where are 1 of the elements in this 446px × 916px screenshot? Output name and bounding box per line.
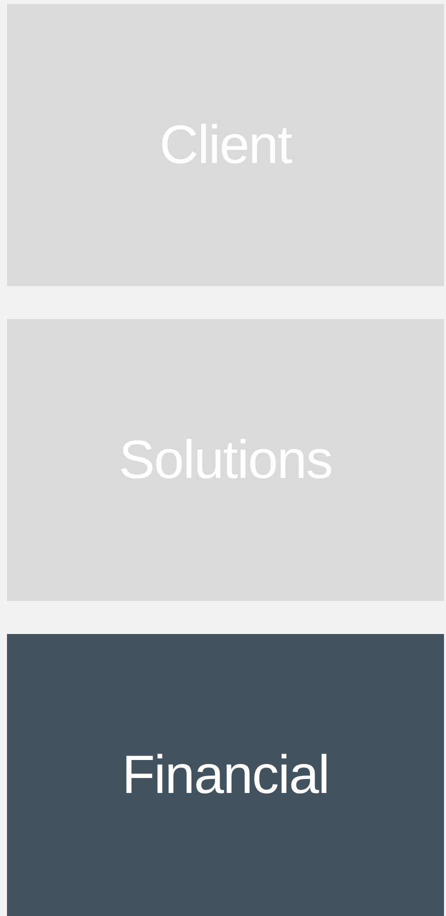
category-tile[interactable]: Financial	[7, 634, 444, 916]
